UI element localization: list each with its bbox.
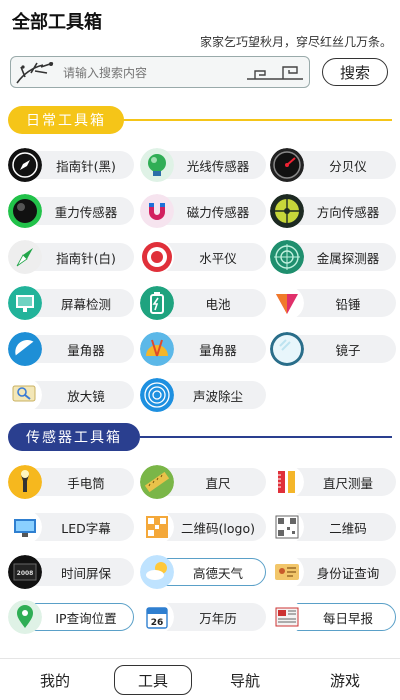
- tool-item[interactable]: 电池: [140, 286, 268, 320]
- magnet-icon: [140, 194, 174, 228]
- bottom-tab-bar: 我的 工具 导航 游戏: [0, 658, 400, 700]
- tool-item[interactable]: 指南针(白): [8, 240, 136, 274]
- newspaper-icon: [270, 600, 304, 634]
- level-target-icon: [140, 240, 174, 274]
- search-bar[interactable]: [10, 56, 310, 88]
- tool-item[interactable]: 磁力传感器: [140, 194, 268, 228]
- tool-item[interactable]: 二维码(logo): [140, 510, 268, 544]
- clock-screensaver-icon: 2008: [8, 555, 42, 589]
- search-input[interactable]: [63, 63, 243, 83]
- tool-item[interactable]: LED字幕: [8, 510, 136, 544]
- tool-item[interactable]: 身份证查询: [270, 555, 398, 589]
- tab-mine[interactable]: 我的: [16, 665, 94, 695]
- plumb-bob-icon: [270, 286, 304, 320]
- section-header-daily: 日常工具箱: [0, 104, 400, 136]
- section-divider-sensor: [140, 436, 392, 438]
- icon-text: 26: [151, 618, 164, 628]
- tool-item[interactable]: 万年历 26: [140, 600, 268, 634]
- weather-icon: [140, 555, 174, 589]
- tool-item[interactable]: 量角器: [140, 332, 268, 366]
- id-card-icon: [270, 555, 304, 589]
- calendar-icon: 26: [140, 600, 174, 634]
- tool-item[interactable]: 指南针(黑): [8, 148, 136, 182]
- location-pin-icon: [8, 600, 42, 634]
- direction-sensor-icon: [270, 194, 304, 228]
- tool-item[interactable]: 高德天气: [140, 555, 268, 589]
- section-divider-daily: [120, 119, 392, 121]
- tool-item[interactable]: 金属探测器: [270, 240, 398, 274]
- tool-item[interactable]: 声波除尘: [140, 378, 268, 412]
- tool-item[interactable]: IP查询位置: [8, 600, 136, 634]
- mirror-icon: [270, 332, 304, 366]
- section-title-sensor: 传感器工具箱: [8, 423, 140, 451]
- qrcode-logo-icon: [140, 510, 174, 544]
- protractor-icon: [8, 332, 42, 366]
- tool-item[interactable]: 分贝仪: [270, 148, 398, 182]
- section-title-daily: 日常工具箱: [8, 106, 124, 134]
- compass-white-icon: [8, 240, 42, 274]
- battery-icon: [140, 286, 174, 320]
- cloud-pattern-decoration-icon: [247, 66, 303, 80]
- ruler-measure-icon: [270, 465, 304, 499]
- tool-item[interactable]: 直尺测量: [270, 465, 398, 499]
- header-poem: 家家乞巧望秋月，穿尽红丝几万条。: [199, 35, 392, 49]
- tool-item[interactable]: 镜子: [270, 332, 398, 366]
- tab-navigation[interactable]: 导航: [206, 665, 284, 695]
- decibel-meter-icon: [270, 148, 304, 182]
- section-header-sensor: 传感器工具箱: [0, 421, 400, 453]
- tool-item[interactable]: 手电筒: [8, 465, 136, 499]
- tab-games[interactable]: 游戏: [306, 665, 384, 695]
- tool-item[interactable]: 重力传感器: [8, 194, 136, 228]
- ruler-icon: [140, 465, 174, 499]
- tool-item[interactable]: 方向传感器: [270, 194, 398, 228]
- tool-item[interactable]: 铅锤: [270, 286, 398, 320]
- page-title: 全部工具箱: [12, 12, 102, 33]
- tool-item[interactable]: 放大镜: [8, 378, 136, 412]
- ink-branch-decoration-icon: [16, 62, 54, 84]
- tool-item[interactable]: 光线传感器: [140, 148, 268, 182]
- header: 全部工具箱 家家乞巧望秋月，穿尽红丝几万条。 搜索: [0, 0, 400, 104]
- tool-item[interactable]: 直尺: [140, 465, 268, 499]
- tool-item[interactable]: 二维码: [270, 510, 398, 544]
- flashlight-icon: [8, 465, 42, 499]
- protractor-ruler-icon: [140, 332, 174, 366]
- tool-item[interactable]: 屏幕检测: [8, 286, 136, 320]
- screen-test-icon: [8, 286, 42, 320]
- tab-tools[interactable]: 工具: [114, 665, 192, 695]
- light-sensor-icon: [140, 148, 174, 182]
- tool-item[interactable]: 水平仪: [140, 240, 268, 274]
- tool-item[interactable]: 量角器: [8, 332, 136, 366]
- icon-text: 2008: [17, 570, 34, 577]
- magnifier-icon: [8, 378, 42, 412]
- led-monitor-icon: [8, 510, 42, 544]
- gravity-sensor-icon: [8, 194, 42, 228]
- compass-black-icon: [8, 148, 42, 182]
- tool-item[interactable]: 每日早报: [270, 600, 398, 634]
- tool-item[interactable]: 时间屏保 2008: [8, 555, 136, 589]
- metal-detector-icon: [270, 240, 304, 274]
- search-button[interactable]: 搜索: [322, 58, 388, 86]
- qrcode-icon: [270, 510, 304, 544]
- sound-wave-icon: [140, 378, 174, 412]
